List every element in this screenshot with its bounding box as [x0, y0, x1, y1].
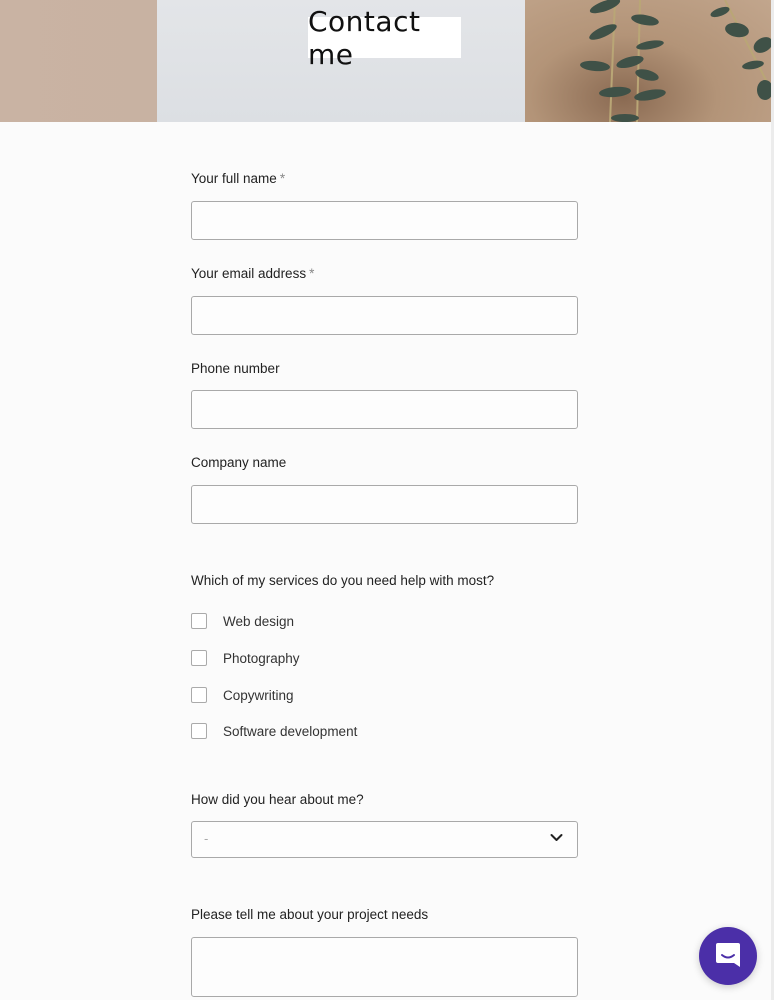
eucalyptus-decoration — [580, 0, 771, 122]
phone-field-box[interactable] — [191, 390, 578, 429]
email-label: Your email address * — [191, 266, 314, 281]
service-option-software-development[interactable]: Software development — [191, 723, 357, 739]
full-name-label-text: Your full name — [191, 171, 277, 186]
full-name-label: Your full name * — [191, 171, 285, 186]
checkbox-label: Copywriting — [223, 687, 294, 703]
full-name-field-box[interactable] — [191, 201, 578, 240]
company-label: Company name — [191, 455, 287, 470]
page-title: Contact me — [308, 5, 461, 71]
service-option-copywriting[interactable]: Copywriting — [191, 687, 294, 703]
project-needs-question: Please tell me about your project needs — [191, 907, 429, 922]
referral-selected-value: - — [204, 831, 209, 846]
chat-bubble-icon — [716, 943, 740, 967]
services-question: Which of my services do you need help wi… — [191, 573, 495, 588]
project-needs-textarea[interactable] — [191, 937, 578, 997]
checkbox[interactable] — [191, 687, 207, 703]
full-name-input[interactable] — [192, 202, 577, 239]
referral-select[interactable]: - — [191, 821, 578, 858]
checkbox[interactable] — [191, 723, 207, 739]
required-mark: * — [279, 171, 286, 186]
chat-launcher-button[interactable] — [699, 927, 757, 985]
checkbox-label: Web design — [223, 613, 295, 629]
checkbox-label: Photography — [223, 650, 300, 666]
header-banner: Contact me — [0, 0, 771, 122]
email-field-box[interactable] — [191, 296, 578, 335]
checkbox-label: Software development — [223, 723, 358, 739]
required-mark: * — [309, 266, 315, 281]
phone-input[interactable] — [192, 391, 577, 428]
referral-question: How did you hear about me? — [191, 792, 364, 807]
company-input[interactable] — [192, 486, 577, 523]
phone-label: Phone number — [191, 361, 280, 376]
service-option-photography[interactable]: Photography — [191, 650, 300, 666]
chevron-down-icon — [550, 834, 563, 841]
checkbox[interactable] — [191, 613, 207, 629]
company-field-box[interactable] — [191, 485, 578, 524]
email-input[interactable] — [192, 297, 577, 334]
service-option-web-design[interactable]: Web design — [191, 613, 294, 629]
checkbox[interactable] — [191, 650, 207, 666]
email-label-text: Your email address — [191, 266, 307, 281]
